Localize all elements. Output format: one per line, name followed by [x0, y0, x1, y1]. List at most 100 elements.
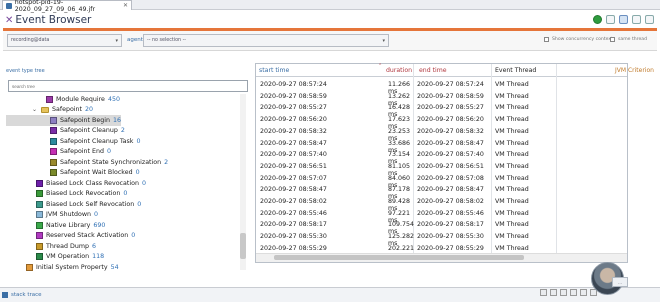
- table-row[interactable]: 2020-09-27 08:57:24 11.266 ms 2020-09-27 0…: [256, 80, 627, 95]
- cell-start-time: 2020-09-27 08:58:47: [260, 186, 327, 194]
- tree-item-count: 450: [107, 95, 120, 103]
- editor-tab[interactable]: hotspot-pid-19-2020_09_27_09_06_49.jfr ✕: [2, 0, 132, 13]
- cell-end-time: 2020-09-27 08:58:02: [417, 198, 484, 205]
- event-color-icon: [36, 200, 43, 208]
- page-title: ✕ Event Browser: [5, 14, 91, 26]
- tree-item[interactable]: Initial System Property 54: [6, 262, 119, 272]
- recording-select[interactable]: recording@data ▾: [7, 34, 122, 47]
- tree-scrollbar-thumb[interactable]: [240, 233, 246, 259]
- tree-item-count: 6: [92, 242, 97, 250]
- chevron-down-icon[interactable]: ⌄: [32, 106, 38, 113]
- tree-item[interactable]: Reserved Stack Activation 0: [6, 231, 135, 242]
- tree-item[interactable]: Safepoint Begin 16: [6, 115, 121, 126]
- event-color-icon: [50, 127, 57, 135]
- copy-icon[interactable]: [606, 15, 615, 24]
- tree-item-count: 2: [120, 127, 125, 135]
- tree-item[interactable]: Biased Lock Revocation 0: [6, 189, 127, 200]
- tree-item[interactable]: VM Operation 118: [6, 252, 104, 263]
- collapse-icon[interactable]: [540, 289, 547, 296]
- tree-item[interactable]: Safepoint Cleanup Task 0: [6, 136, 140, 147]
- event-tree-label: event type tree: [6, 68, 45, 74]
- tree-item-count: 20: [85, 106, 94, 114]
- tree-item[interactable]: Native Library 690: [6, 220, 105, 231]
- jvm-column-label: JVM Criterion: [615, 67, 654, 74]
- tree-item[interactable]: ⌄ Safepoint 20: [6, 105, 93, 116]
- tree-item-label: Safepoint Begin: [60, 116, 110, 124]
- cell-event-thread: VM Thread: [495, 209, 529, 217]
- table-row[interactable]: 2020-09-27 08:56:20 17.623 ms 2020-09-27 0…: [256, 115, 627, 130]
- table-row[interactable]: 2020-09-27 08:58:17 109.754 ms 2020-09-27 …: [256, 220, 627, 235]
- grid-icon[interactable]: [645, 15, 654, 24]
- cell-event-thread: VM Thread: [495, 198, 529, 205]
- checkbox[interactable]: [544, 37, 549, 42]
- table-row[interactable]: 2020-09-27 08:58:02 89.428 ms 2020-09-27 0…: [256, 197, 627, 212]
- ok-icon[interactable]: [593, 15, 602, 24]
- expand-icon[interactable]: [550, 289, 557, 296]
- column-header-duration[interactable]: duration: [386, 67, 412, 74]
- tree-item[interactable]: Safepoint Wait Blocked 0: [6, 168, 140, 179]
- cell-start-time: 2020-09-27 08:55:46: [260, 209, 327, 217]
- column-header-start-time[interactable]: start time: [259, 67, 289, 74]
- table-row[interactable]: 2020-09-27 08:55:46 97.221 ms 2020-09-27 0…: [256, 209, 627, 224]
- tree-item[interactable]: JVM Shutdown 0: [6, 210, 98, 221]
- cell-event-thread: VM Thread: [495, 162, 529, 170]
- table-row[interactable]: 2020-09-27 08:57:07 84.060 ms 2020-09-27 0…: [256, 174, 627, 189]
- column-header-event-thread[interactable]: Event Thread: [495, 67, 536, 74]
- cell-start-time: 2020-09-27 08:57:40: [260, 151, 327, 159]
- event-color-icon: [36, 221, 43, 229]
- table-row[interactable]: 2020-09-27 08:58:47 33.686 ms 2020-09-27 0…: [256, 139, 627, 154]
- cell-start-time: 2020-09-27 08:56:51: [260, 162, 327, 170]
- cell-end-time: 2020-09-27 08:58:32: [417, 127, 484, 135]
- event-color-icon: [50, 169, 57, 177]
- table-row[interactable]: 2020-09-27 08:55:30 125.282 ms 2020-09-27 …: [256, 232, 627, 247]
- tree-item[interactable]: Safepoint State Synchronization 2: [6, 157, 168, 168]
- table-row[interactable]: 2020-09-27 08:58:47 87.178 ms 2020-09-27 0…: [256, 185, 627, 200]
- event-color-icon: [50, 137, 57, 145]
- checkbox[interactable]: [610, 37, 615, 42]
- table-row[interactable]: 2020-09-27 08:56:51 81.105 ms 2020-09-27 0…: [256, 162, 627, 177]
- cell-start-time: 2020-09-27 08:58:59: [260, 92, 327, 100]
- concurrency-toggle[interactable]: Show concurrency contexts: [544, 37, 615, 42]
- same-thread-toggle[interactable]: same thread: [610, 37, 647, 42]
- checkbox-label: Show concurrency contexts: [552, 37, 616, 42]
- folder-icon: [41, 106, 49, 113]
- layout-icon[interactable]: [619, 15, 628, 24]
- editor-tab-title: hotspot-pid-19-2020_09_27_09_06_49.jfr: [14, 0, 96, 13]
- cell-start-time: 2020-09-27 08:58:17: [260, 221, 327, 229]
- minimize-icon[interactable]: [580, 289, 587, 296]
- tree-item-label: Safepoint Cleanup Task: [60, 137, 134, 145]
- tree-item-count: 0: [106, 148, 111, 156]
- tree-item[interactable]: Safepoint Cleanup 2: [6, 126, 125, 137]
- agent-select[interactable]: -- no selection -- ▾: [143, 34, 389, 47]
- cell-end-time: 2020-09-27 08:55:27: [417, 104, 484, 112]
- tree-item[interactable]: Safepoint End 0: [6, 147, 111, 158]
- tree-item-label: Safepoint Cleanup: [60, 127, 118, 135]
- table-row[interactable]: 2020-09-27 08:55:27 16.428 ms 2020-09-27 0…: [256, 103, 627, 118]
- cell-end-time: 2020-09-27 08:58:17: [417, 221, 484, 229]
- close-icon[interactable]: ✕: [123, 2, 128, 9]
- table-row[interactable]: 2020-09-27 08:57:40 73.154 ms 2020-09-27 0…: [256, 150, 627, 165]
- table-row[interactable]: 2020-09-27 08:58:32 23.253 ms 2020-09-27 0…: [256, 127, 627, 142]
- cell-start-time: 2020-09-27 08:57:07: [260, 174, 327, 182]
- tree-item[interactable]: Module Require 450: [6, 94, 120, 105]
- columns-icon[interactable]: [632, 15, 641, 24]
- table-hscrollbar-thumb[interactable]: [274, 255, 524, 260]
- tree-item[interactable]: Thread Dump 6: [6, 241, 96, 252]
- tree-item-count: 0: [94, 211, 99, 219]
- cell-end-time: 2020-09-27 08:58:47: [417, 139, 484, 147]
- table-row[interactable]: 2020-09-27 08:58:59 13.262 ms 2020-09-27 0…: [256, 92, 627, 107]
- group-icon[interactable]: [560, 289, 567, 296]
- column-header-end-time[interactable]: end time: [419, 67, 447, 74]
- tree-item[interactable]: Biased Lock Self Revocation 0: [6, 199, 141, 210]
- tree-item-label: Initial System Property: [36, 263, 108, 271]
- tree-search-input[interactable]: [8, 80, 248, 92]
- page-toolbar: [593, 15, 654, 24]
- stack-trace-tab[interactable]: stack trace: [2, 289, 42, 300]
- cell-end-time: 2020-09-27 08:58:59: [417, 92, 484, 100]
- event-type-tree[interactable]: Module Require 450 ⌄ Safepoint 20 Safepoint B…: [6, 94, 242, 272]
- event-table[interactable]: start time duration end time Event Threa…: [255, 63, 628, 263]
- table-header: start time duration end time Event Threa…: [256, 64, 627, 77]
- event-color-icon: [36, 232, 43, 240]
- tree-item[interactable]: Biased Lock Class Revocation 0: [6, 178, 146, 189]
- filter-icon[interactable]: [570, 289, 577, 296]
